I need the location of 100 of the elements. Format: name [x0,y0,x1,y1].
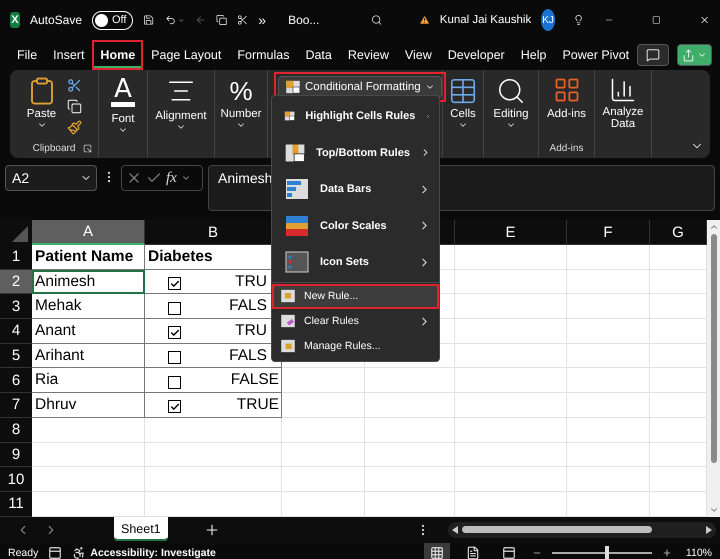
menu-item[interactable]: Manage Rules... [272,334,439,358]
table-cell: Dhruv [32,393,145,418]
row-header[interactable]: 3 [0,294,32,320]
name-box[interactable]: A2 [5,165,97,191]
ribbon-tab[interactable]: Developer [440,40,513,70]
search-icon[interactable] [496,76,526,106]
cell-value: FALS [229,297,267,316]
column-header[interactable]: G [650,220,707,245]
table-cell: Animesh [32,270,145,294]
ribbon-tab[interactable]: Home [92,40,144,70]
row-header[interactable]: 5 [0,344,32,368]
row-header[interactable]: 2 [0,270,32,294]
column-header[interactable]: F [567,220,650,245]
menu-item[interactable]: New Rule... [272,284,439,308]
ribbon-tab[interactable]: Power Pivot [554,40,638,70]
row-header[interactable]: 6 [0,368,32,394]
number-button[interactable]: Number [220,108,262,120]
managerules-icon [280,338,296,354]
cell-value: FALS [229,346,267,365]
ribbon-tab[interactable]: Review [340,40,397,70]
clearrules-icon [280,313,296,329]
excel-logo-icon: X [10,12,20,28]
row-header[interactable]: 11 [0,492,32,517]
menu-item[interactable]: Highlight Cells Rules [272,98,439,134]
row-header[interactable]: 4 [0,319,32,344]
corner-triangle-icon [12,226,28,242]
analyze-data-button[interactable]: Analyze Data [598,106,648,130]
share-button[interactable] [677,44,712,66]
select-all-corner[interactable] [0,220,32,245]
group-label: Add-ins [550,143,584,154]
accessibility-status[interactable]: Accessibility: Investigate [90,547,216,559]
ribbon-tab[interactable]: Data [297,40,340,70]
column-header[interactable]: E [455,220,567,245]
cell-value: TRU [235,272,267,291]
add-sheet-icon[interactable] [204,522,220,538]
view-icon [466,546,480,559]
row-header[interactable]: 9 [0,442,32,468]
ribbon-tab[interactable]: Page Layout [143,40,230,70]
insert-function-button[interactable]: fx [166,170,177,186]
user-avatar[interactable]: KJ [541,9,555,31]
checkbox[interactable] [168,326,181,340]
ribbon-tab[interactable]: File [9,40,46,70]
copy-icon[interactable] [66,99,82,114]
horizontal-scrollbar[interactable] [448,522,716,538]
accessibility-icon[interactable] [72,546,86,559]
cell-value: TRU [235,322,267,340]
checkbox[interactable] [168,277,181,290]
ribbon-tab[interactable]: Formulas [229,40,298,70]
zoom-level: 110% [686,547,712,559]
analyze-data-icon[interactable] [609,76,637,104]
add-ins-button[interactable]: Add-ins [547,108,586,120]
alignment-button[interactable]: Alignment [155,110,207,122]
font-button[interactable]: Font [111,113,134,125]
column-header[interactable]: A [32,220,145,245]
scroll-left-icon[interactable] [452,526,458,534]
scroll-right-icon[interactable] [706,526,712,534]
row-header[interactable]: 1 [0,245,32,270]
check-icon [170,278,180,289]
checkbox[interactable] [168,302,181,315]
row-header[interactable]: 10 [0,467,32,492]
editing-button[interactable]: Editing [493,108,529,120]
document-title: Boo... [288,13,320,27]
macro-recorder-icon[interactable] [48,546,62,559]
menu-item[interactable]: Clear Rules [272,308,439,334]
status-mode: Ready [8,547,38,559]
paste-button[interactable]: Paste [26,108,56,120]
cut-icon[interactable] [66,78,82,93]
zoom-in-icon[interactable] [662,548,672,558]
checkbox[interactable] [168,351,181,364]
normal-view-button[interactable] [424,543,450,559]
ribbon-tab[interactable]: Insert [45,40,92,70]
zoom-slider-thumb[interactable] [604,546,609,559]
vertical-scrollbar[interactable] [707,220,720,517]
more-commands[interactable]: » [258,12,266,28]
cell-value: FALSE [230,371,279,390]
newrule-icon [280,288,296,304]
format-painter-icon[interactable] [66,120,82,135]
view-icon [430,546,444,559]
view-icon [502,546,516,559]
table-cell: Ria [32,368,145,394]
cells-button[interactable]: Cells [450,108,476,120]
add-ins-icon[interactable] [552,76,580,104]
comments-button[interactable] [637,44,670,66]
table-cell: Mehak [32,294,145,320]
checkbox[interactable] [168,376,181,389]
sheet-tab[interactable]: Sheet1 [114,516,168,541]
iconsets-icon [284,249,310,276]
number-icon[interactable]: % [229,76,253,106]
ribbon-tab[interactable]: View [396,40,440,70]
row-header[interactable]: 7 [0,393,32,418]
table-icon[interactable] [448,76,478,106]
cell-value: TRUE [236,396,279,414]
launcher-icon[interactable] [83,144,92,153]
autosave-toggle[interactable]: Off [92,10,134,30]
ribbon-tab[interactable]: Help [512,40,554,70]
checkbox[interactable] [168,400,181,414]
menu-item[interactable]: Data Bars [272,171,439,208]
user-name: Kunal Jai Kaushik [440,14,532,26]
check-icon [170,402,180,412]
row-header[interactable]: 8 [0,418,32,442]
